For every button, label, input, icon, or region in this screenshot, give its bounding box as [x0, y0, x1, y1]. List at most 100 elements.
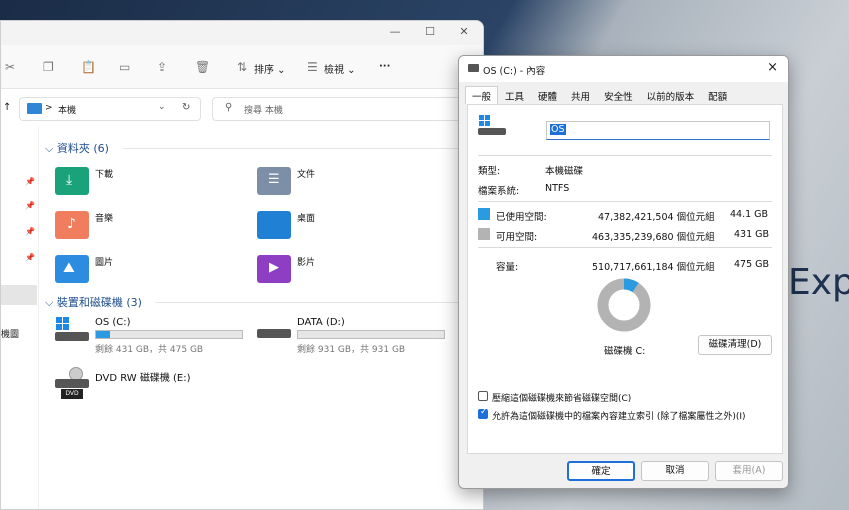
explorer-titlebar: — ☐ ✕ — [1, 21, 483, 45]
drive-free-text: 剩餘 931 GB，共 931 GB — [297, 345, 406, 355]
general-tab-panel: OS 類型: 本機磁碟 檔案系統: NTFS 已使用空間: 47,382,421… — [467, 104, 783, 454]
tab-general[interactable]: 一般 — [465, 86, 499, 104]
address-bar[interactable]: > 本機 ⌄ ↻ — [19, 97, 201, 121]
view-icon[interactable]: ☰ — [307, 60, 318, 74]
cut-icon[interactable]: ✂ — [5, 60, 15, 74]
drive-icon — [257, 329, 291, 338]
paste-icon[interactable]: 📋 — [81, 60, 96, 74]
folder-desktop[interactable]: 桌面 — [257, 211, 315, 239]
breadcrumb-arrow: > — [45, 103, 53, 113]
windows-drive-icon — [478, 115, 508, 137]
free-space-swatch — [478, 228, 490, 240]
windows-drive-icon — [55, 317, 89, 345]
used-space-label: 已使用空間: — [496, 212, 547, 223]
tab-previous-versions[interactable]: 以前的版本 — [640, 86, 702, 104]
used-space-gb: 44.1 GB — [730, 209, 769, 220]
pin-icon: 📌 — [25, 227, 35, 236]
folder-label: 圖片 — [95, 257, 114, 268]
view-button[interactable]: 檢視 ⌄ — [324, 61, 356, 76]
breadcrumb-path[interactable]: 本機 — [58, 103, 76, 116]
filesystem-value: NTFS — [545, 183, 570, 194]
folder-label: 桌面 — [297, 213, 316, 224]
search-icon: ⚲ — [225, 102, 233, 113]
file-explorer-window: — ☐ ✕ ✂ ❐ 📋 ▭ ⇪ 🗑 ⇅ 排序 ⌄ ☰ 檢視 ⌄ ··· ↑ > … — [0, 20, 484, 510]
cancel-button[interactable]: 取消 — [641, 461, 709, 481]
folder-music[interactable]: ♪ 音樂 — [55, 211, 113, 239]
desktop-partial-text: Exp — [788, 262, 849, 303]
music-folder-icon: ♪ — [55, 211, 89, 239]
properties-dialog: OS (C:) - 內容 × 一般 工具 硬體 共用 安全性 以前的版本 配額 … — [458, 55, 789, 489]
folder-videos[interactable]: ▶ 影片 — [257, 255, 315, 283]
dialog-close-button[interactable]: × — [767, 60, 778, 75]
filesystem-label: 檔案系統: — [478, 186, 520, 197]
free-space-label: 可用空間: — [496, 232, 538, 243]
drive-free-text: 剩餘 431 GB，共 475 GB — [95, 345, 204, 355]
pictures-folder-icon: ⛰ — [55, 255, 89, 283]
drive-name: OS (C:) — [95, 317, 131, 328]
dialog-tabs: 一般 工具 硬體 共用 安全性 以前的版本 配額 — [465, 86, 734, 104]
pin-icon: 📌 — [25, 253, 35, 262]
compress-checkbox[interactable] — [478, 391, 488, 401]
folder-label: 影片 — [297, 257, 316, 268]
explorer-toolbar: ✂ ❐ 📋 ▭ ⇪ 🗑 ⇅ 排序 ⌄ ☰ 檢視 ⌄ ··· — [1, 45, 483, 89]
capacity-bytes: 510,717,661,184 個位元組 — [592, 262, 715, 273]
tab-sharing[interactable]: 共用 — [564, 86, 597, 104]
folder-pictures[interactable]: ⛰ 圖片 — [55, 255, 113, 283]
downloads-folder-icon: ⤓ — [55, 167, 89, 195]
folders-group-header[interactable]: ⌵ 資料夾 (6) — [45, 140, 109, 156]
sort-icon[interactable]: ⇅ — [237, 60, 247, 74]
drive-usage-bar — [297, 330, 445, 339]
maximize-button[interactable]: ☐ — [420, 25, 440, 38]
search-box[interactable]: ⚲ 搜尋 本機 — [212, 97, 483, 121]
address-row: ↑ > 本機 ⌄ ↻ ⚲ 搜尋 本機 — [1, 89, 483, 127]
tab-security[interactable]: 安全性 — [597, 86, 640, 104]
nav-selected-item[interactable] — [1, 285, 37, 305]
tab-quota[interactable]: 配額 — [701, 86, 734, 104]
tab-tools[interactable]: 工具 — [498, 86, 531, 104]
folder-downloads[interactable]: ⤓ 下載 — [55, 167, 113, 195]
free-space-bytes: 463,335,239,680 個位元組 — [592, 232, 715, 243]
compress-label: 壓縮這個磁碟機來節省磁碟空間(C) — [492, 394, 632, 404]
drive-caption: 磁碟機 C: — [604, 346, 646, 357]
dvd-drive-icon: DVD — [55, 367, 89, 403]
drive-label-value: OS — [550, 124, 566, 135]
drive-icon — [468, 64, 479, 72]
folder-label: 下載 — [95, 169, 114, 180]
index-checkbox[interactable]: ✓ — [478, 407, 488, 419]
dialog-title: OS (C:) - 內容 — [483, 66, 546, 77]
folder-label: 音樂 — [95, 213, 114, 224]
type-value: 本機磁碟 — [545, 166, 584, 177]
minimize-button[interactable]: — — [385, 25, 405, 38]
close-window-button[interactable]: ✕ — [454, 25, 474, 38]
delete-icon[interactable]: 🗑 — [195, 60, 210, 74]
drive-name: DATA (D:) — [297, 317, 345, 328]
drive-usage-bar — [95, 330, 243, 339]
nav-item-partial[interactable]: 機圖 — [1, 327, 19, 340]
drive-usage-fill — [96, 331, 110, 338]
refresh-icon[interactable]: ↻ — [182, 102, 190, 113]
more-options-button[interactable]: ··· — [379, 61, 390, 72]
desktop-folder-icon — [257, 211, 291, 239]
main-content: ⌵ 資料夾 (6) ⤓ 下載 ☰ 文件 ♪ 音樂 桌面 ⛰ 圖片 ▶ 影片 ⌵ … — [39, 127, 483, 509]
chevron-down-icon[interactable]: ⌄ — [158, 102, 166, 112]
type-label: 類型: — [478, 166, 501, 177]
disk-cleanup-button[interactable]: 磁碟清理(D) — [698, 335, 772, 355]
computer-icon — [27, 103, 42, 114]
share-icon[interactable]: ⇪ — [157, 60, 167, 74]
drive-label-input[interactable]: OS — [546, 121, 770, 140]
apply-button[interactable]: 套用(A) — [715, 461, 783, 481]
videos-folder-icon: ▶ — [257, 255, 291, 283]
sort-button[interactable]: 排序 ⌄ — [254, 61, 286, 76]
up-arrow-icon[interactable]: ↑ — [3, 102, 11, 113]
used-space-bytes: 47,382,421,504 個位元組 — [598, 212, 715, 223]
folder-label: 文件 — [297, 169, 316, 180]
navigation-pane: 📌 📌 📌 📌 機圖 — [1, 127, 39, 509]
drives-group-header[interactable]: ⌵ 裝置和磁碟機 (3) — [45, 294, 142, 310]
tab-hardware[interactable]: 硬體 — [531, 86, 564, 104]
copy-icon[interactable]: ❐ — [43, 60, 54, 74]
free-space-gb: 431 GB — [734, 229, 770, 240]
documents-folder-icon: ☰ — [257, 167, 291, 195]
folder-documents[interactable]: ☰ 文件 — [257, 167, 315, 195]
ok-button[interactable]: 確定 — [567, 461, 635, 481]
rename-icon[interactable]: ▭ — [119, 60, 130, 74]
